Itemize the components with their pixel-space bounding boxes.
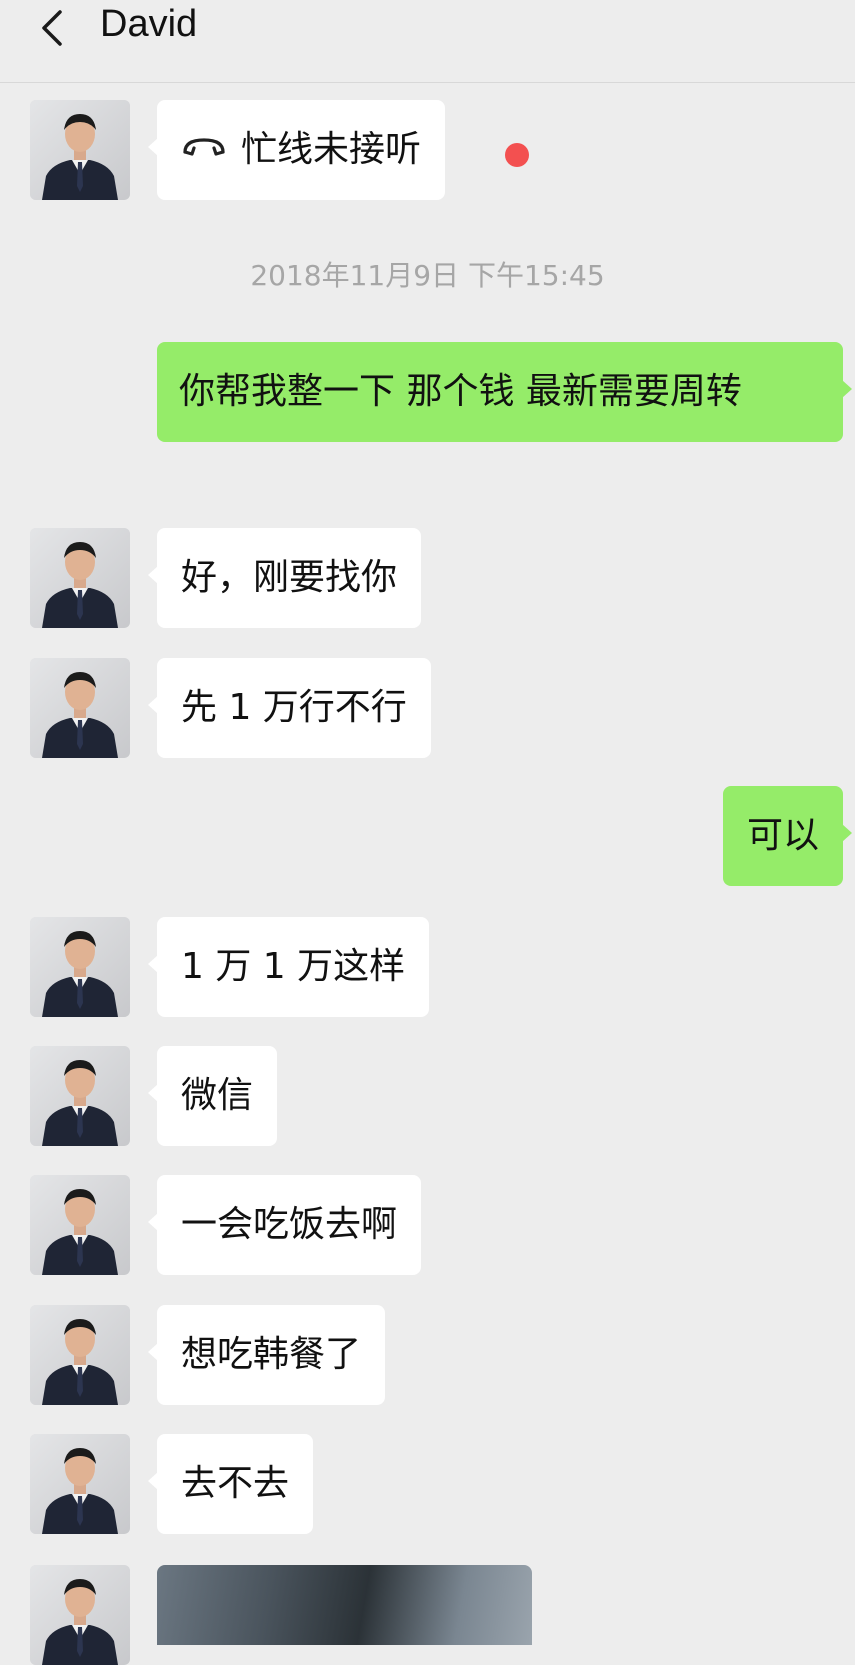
avatar-image <box>30 917 130 1017</box>
incoming-message[interactable]: 1 万 1 万这样 <box>147 917 430 1017</box>
contact-avatar[interactable] <box>30 100 130 200</box>
back-button[interactable] <box>34 6 78 50</box>
missed-call-bubble[interactable]: 忙线未接听 <box>147 100 446 200</box>
incoming-message[interactable]: 一会吃饭去啊 <box>147 1175 422 1275</box>
message-text: 可以 <box>746 815 819 856</box>
outgoing-message[interactable]: 你帮我整一下 那个钱 最新需要周转 <box>157 342 852 442</box>
message-timestamp: 2018年11月9日 下午15:45 <box>250 259 605 292</box>
message-text: 好，刚要找你 <box>181 557 398 598</box>
message-text: 你帮我整一下 那个钱 最新需要周转 <box>179 371 742 412</box>
contact-avatar[interactable] <box>30 917 130 1017</box>
chat-title: David <box>100 3 198 45</box>
avatar-image <box>30 1175 130 1275</box>
avatar-image <box>30 1046 130 1146</box>
avatar-image <box>30 658 130 758</box>
chat-header: David <box>0 0 855 83</box>
image-message[interactable] <box>157 1565 532 1645</box>
avatar-image <box>30 100 130 200</box>
incoming-message[interactable]: 微信 <box>147 1046 278 1146</box>
message-text: 去不去 <box>181 1463 290 1504</box>
incoming-message[interactable]: 好，刚要找你 <box>147 528 422 628</box>
message-text: 先 1 万行不行 <box>181 687 407 728</box>
avatar-image <box>30 1305 130 1405</box>
contact-avatar[interactable] <box>30 1046 130 1146</box>
contact-avatar[interactable] <box>30 528 130 628</box>
contact-avatar[interactable] <box>30 1175 130 1275</box>
outgoing-message[interactable]: 可以 <box>722 786 853 886</box>
incoming-message[interactable]: 先 1 万行不行 <box>148 658 431 758</box>
message-text: 一会吃饭去啊 <box>181 1204 398 1245</box>
contact-avatar[interactable] <box>30 1434 130 1534</box>
call-declined-icon <box>181 119 227 177</box>
avatar-image <box>30 528 130 628</box>
contact-avatar[interactable] <box>30 658 130 758</box>
avatar-image <box>30 1434 130 1534</box>
avatar-image <box>30 1565 130 1665</box>
contact-avatar[interactable] <box>30 1565 130 1665</box>
message-text: 1 万 1 万这样 <box>181 946 406 987</box>
contact-avatar[interactable] <box>30 1305 130 1405</box>
missed-call-text: 忙线未接听 <box>241 129 422 170</box>
message-text: 微信 <box>181 1075 254 1116</box>
incoming-message[interactable]: 去不去 <box>147 1434 314 1534</box>
unread-dot <box>505 143 529 167</box>
chevron-left-icon <box>42 10 62 46</box>
incoming-message[interactable]: 想吃韩餐了 <box>147 1305 386 1405</box>
message-text: 想吃韩餐了 <box>181 1334 362 1375</box>
